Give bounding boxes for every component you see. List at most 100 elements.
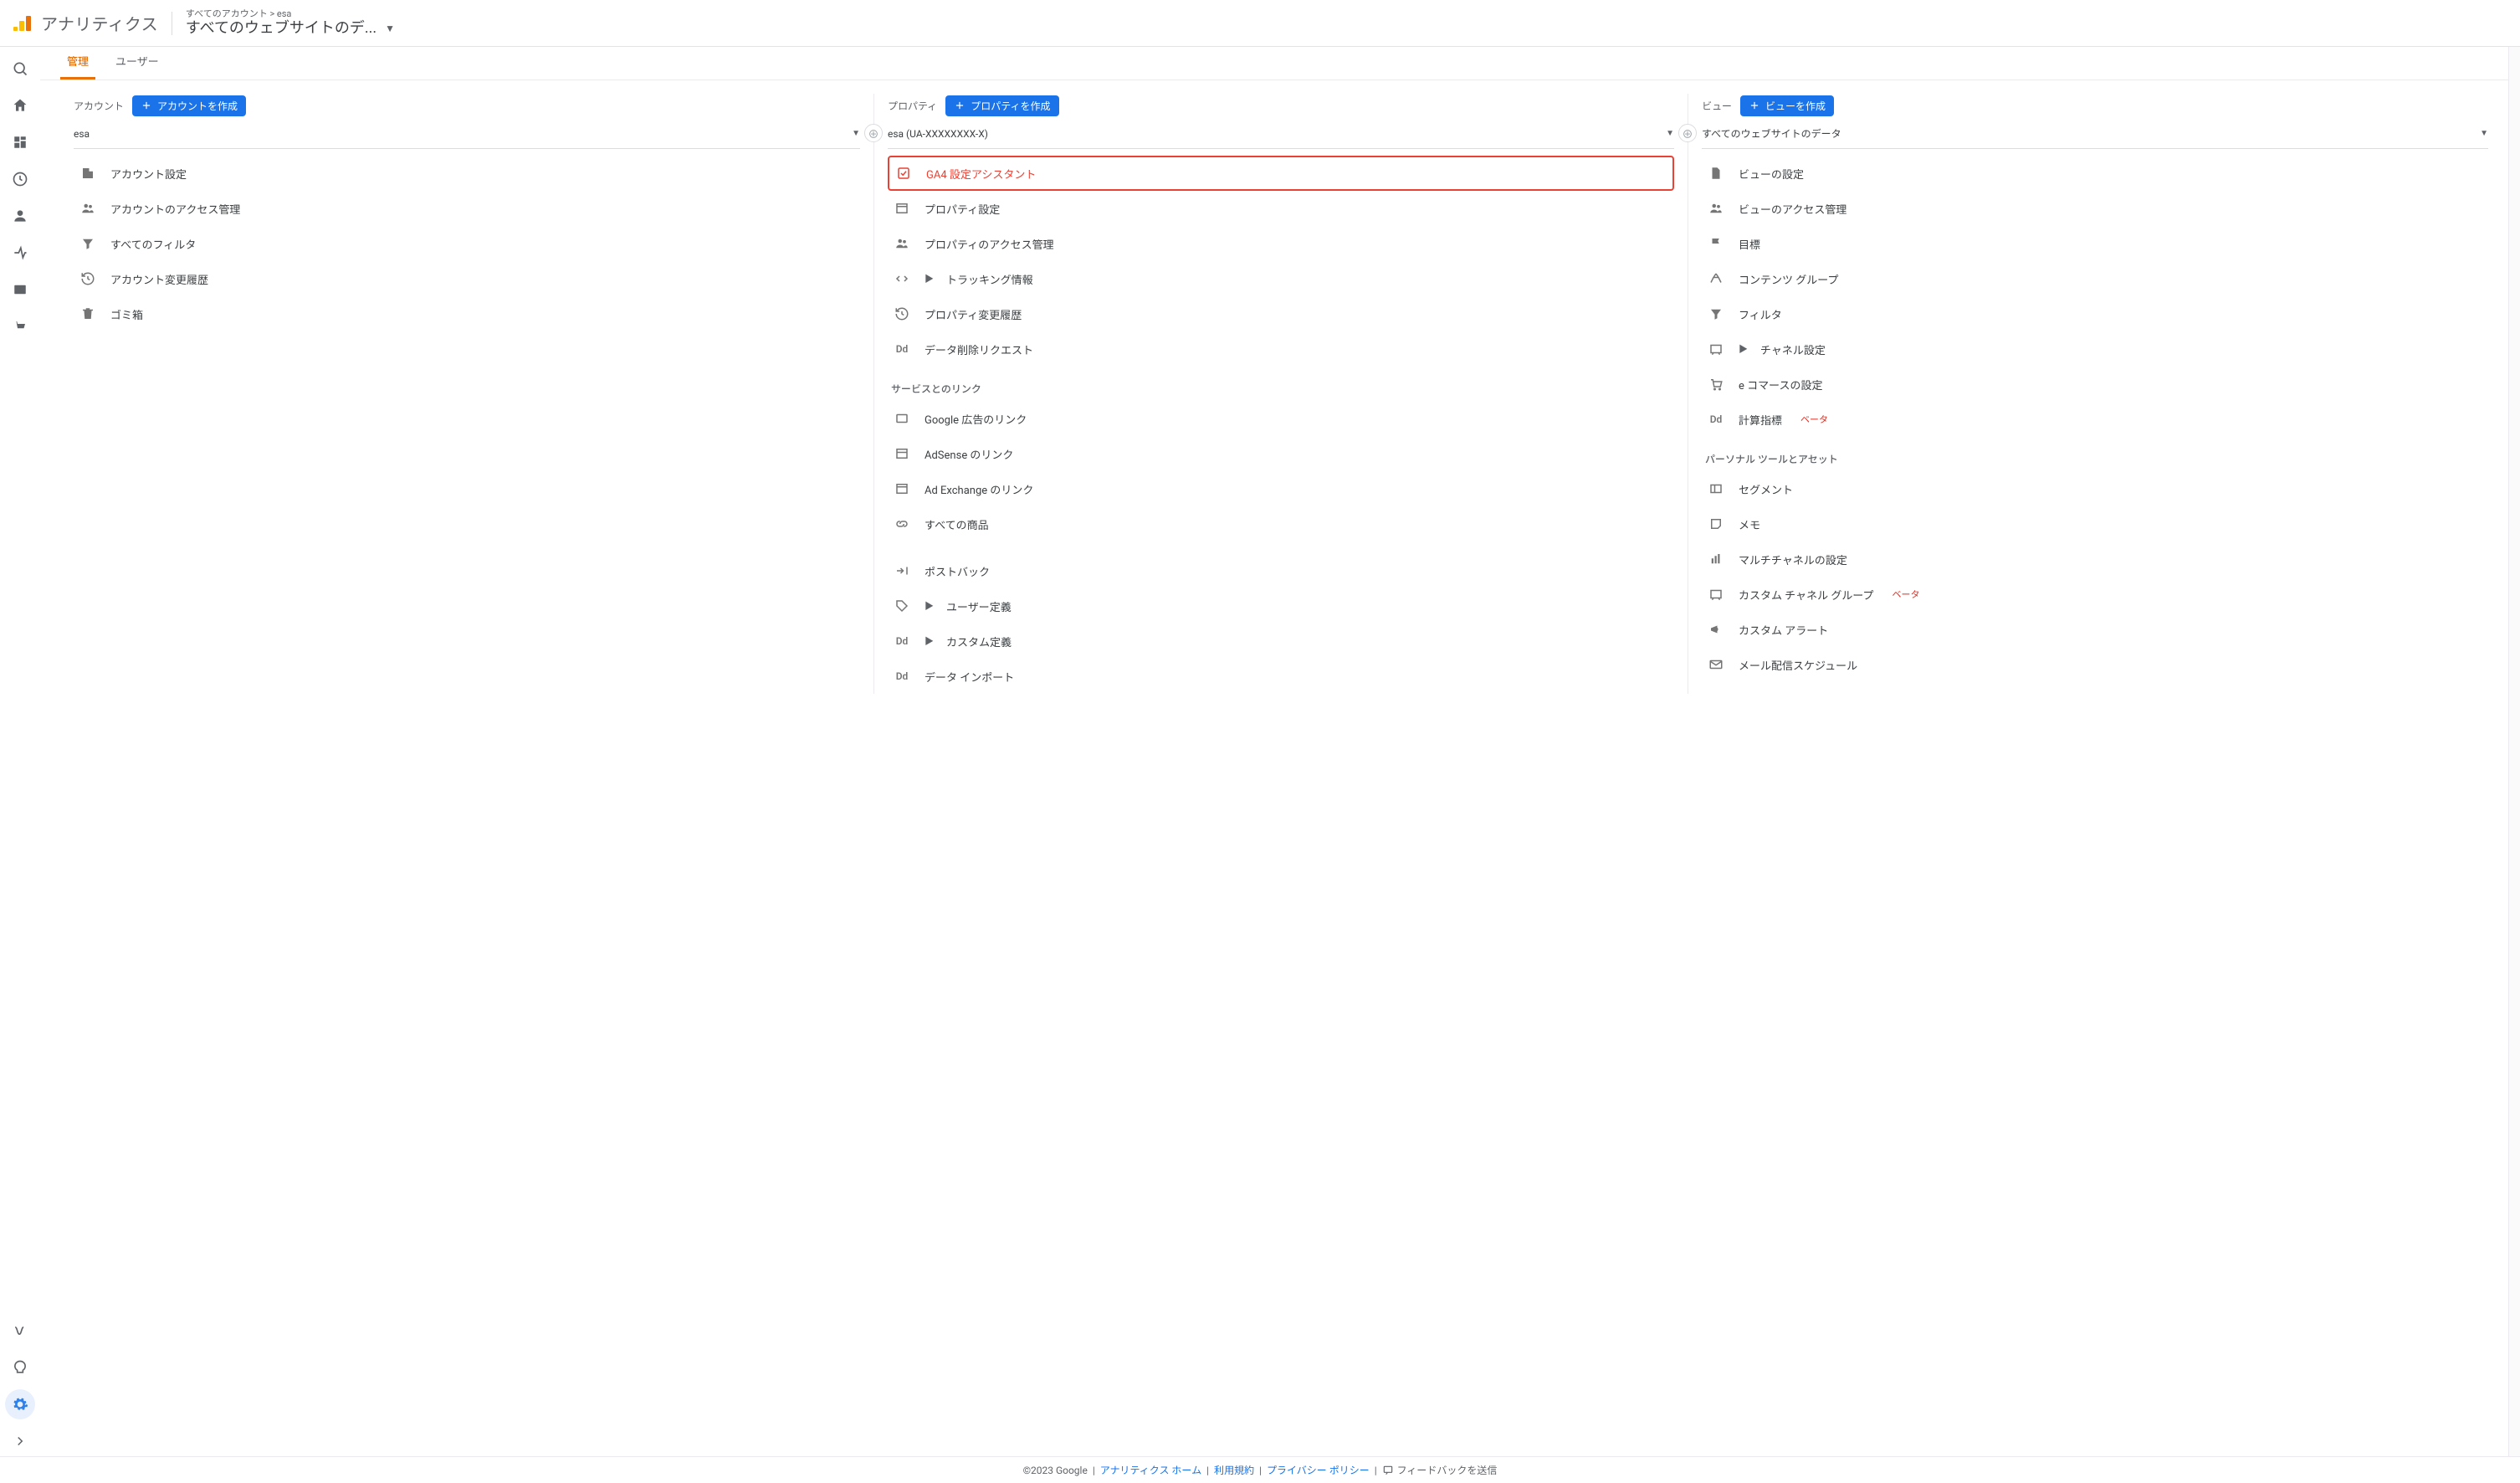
google-ads-link[interactable]: Google 広告のリンク [888, 401, 1674, 436]
chevron-down-icon[interactable]: ▼ [385, 23, 395, 34]
breadcrumb[interactable]: すべてのアカウント > esa すべてのウェブサイトのデ... ▼ [186, 8, 395, 38]
account-selected: esa [74, 128, 90, 140]
tag-icon [893, 598, 911, 613]
account-access[interactable]: アカウントのアクセス管理 [74, 191, 860, 226]
custom-definition[interactable]: Dd ▶ カスタム定義 [888, 623, 1674, 659]
view-settings[interactable]: ビューの設定 [1702, 156, 2488, 191]
bars-icon [1707, 552, 1725, 567]
chevron-right-icon: ▶ [1739, 342, 1747, 356]
view-filters[interactable]: フィルタ [1702, 296, 2488, 331]
goals[interactable]: 目標 [1702, 226, 2488, 261]
account-selector[interactable]: esa ▼ [74, 119, 860, 149]
trash-icon [79, 306, 97, 321]
move-view-button[interactable]: ⊕ [1678, 124, 1697, 142]
assistant-icon [894, 166, 913, 181]
people-icon [79, 201, 97, 216]
acquisition-icon[interactable] [5, 238, 35, 268]
conversions-icon[interactable] [5, 311, 35, 341]
breadcrumb-current: esa [277, 8, 292, 19]
tab-admin[interactable]: 管理 [60, 44, 95, 80]
calc-metrics[interactable]: Dd 計算指標 ベータ [1702, 402, 2488, 437]
adsense-link[interactable]: AdSense のリンク [888, 436, 1674, 471]
scrollbar[interactable] [2508, 47, 2520, 1456]
create-property-button[interactable]: プロパティを作成 [945, 95, 1058, 116]
user-definition[interactable]: ▶ ユーザー定義 [888, 588, 1674, 623]
breadcrumb-all: すべてのアカウント [186, 8, 268, 19]
tracking-info[interactable]: ▶ トラッキング情報 [888, 261, 1674, 296]
footer-terms-link[interactable]: 利用規約 [1214, 1463, 1254, 1477]
content-groups[interactable]: コンテンツ グループ [1702, 261, 2488, 296]
property-settings[interactable]: プロパティ設定 [888, 191, 1674, 226]
plus-icon [141, 100, 152, 111]
search-icon[interactable] [5, 54, 35, 84]
chevron-right-icon: ▶ [925, 599, 933, 613]
flag-icon [1707, 236, 1725, 251]
custom-alerts[interactable]: カスタム アラート [1702, 612, 2488, 647]
plus-icon [1749, 100, 1760, 111]
mail-icon [1707, 657, 1725, 672]
home-icon[interactable] [5, 90, 35, 121]
move-property-button[interactable]: ⊕ [864, 124, 883, 142]
column-property: ⊕ プロパティ プロパティを作成 esa (UA-XXXXXXXX-X) ▼ [873, 94, 1688, 694]
admin-gear-icon[interactable] [5, 1389, 35, 1419]
footer-privacy-link[interactable]: プライバシー ポリシー [1267, 1463, 1370, 1477]
group-icon [1707, 271, 1725, 286]
multichannel[interactable]: マルチチャネルの設定 [1702, 541, 2488, 577]
feedback-icon [1382, 1465, 1394, 1476]
link-icon [893, 516, 911, 531]
beta-badge: ベータ [1893, 588, 1920, 601]
footer-home-link[interactable]: アナリティクス ホーム [1100, 1463, 1201, 1477]
audience-icon[interactable] [5, 201, 35, 231]
notes[interactable]: メモ [1702, 506, 2488, 541]
chevron-right-icon: ▶ [925, 272, 933, 285]
data-import[interactable]: Dd データ インポート [888, 659, 1674, 694]
adx-link[interactable]: Ad Exchange のリンク [888, 471, 1674, 506]
custom-channel-group[interactable]: カスタム チャネル グループ ベータ [1702, 577, 2488, 612]
postback-icon [893, 563, 911, 578]
ecommerce-settings[interactable]: e コマースの設定 [1702, 367, 2488, 402]
discover-icon[interactable] [5, 1352, 35, 1383]
collapse-icon[interactable] [5, 1426, 35, 1456]
app-title: アナリティクス [41, 11, 158, 35]
admin-tabs: 管理 ユーザー [40, 47, 2508, 80]
chevron-down-icon: ▼ [1666, 129, 1674, 138]
scheduled-emails[interactable]: メール配信スケジュール [1702, 647, 2488, 682]
personal-section-title: パーソナル ツールとアセット [1702, 437, 2488, 471]
property-selector[interactable]: esa (UA-XXXXXXXX-X) ▼ [888, 119, 1674, 149]
all-products[interactable]: すべての商品 [888, 506, 1674, 541]
property-history[interactable]: プロパティ変更履歴 [888, 296, 1674, 331]
create-view-button[interactable]: ビューを作成 [1740, 95, 1834, 116]
view-access[interactable]: ビューのアクセス管理 [1702, 191, 2488, 226]
create-account-button[interactable]: アカウントを作成 [132, 95, 246, 116]
view-selector[interactable]: すべてのウェブサイトのデータ ▼ [1702, 119, 2488, 149]
postback[interactable]: ポストバック [888, 553, 1674, 588]
chevron-down-icon: ▼ [852, 129, 860, 138]
admin-panel: アカウント アカウントを作成 esa ▼ アカウント設定 [40, 80, 2508, 1456]
channel-settings[interactable]: ▶ チャネル設定 [1702, 331, 2488, 367]
megaphone-icon [1707, 622, 1725, 637]
behavior-icon[interactable] [5, 275, 35, 305]
attribution-icon[interactable] [5, 1316, 35, 1346]
filter-icon [1707, 306, 1725, 321]
tab-user[interactable]: ユーザー [109, 44, 166, 80]
note-icon [1707, 516, 1725, 531]
channel-icon [1707, 587, 1725, 602]
history-icon [79, 271, 97, 286]
filter-icon [79, 236, 97, 251]
chevron-right-icon: ▶ [925, 634, 933, 648]
realtime-icon[interactable] [5, 164, 35, 194]
account-settings[interactable]: アカウント設定 [74, 156, 860, 191]
account-filters[interactable]: すべてのフィルタ [74, 226, 860, 261]
segments[interactable]: セグメント [1702, 471, 2488, 506]
account-history[interactable]: アカウント変更履歴 [74, 261, 860, 296]
history-icon [893, 306, 911, 321]
view-title: すべてのウェブサイトのデ... [186, 19, 376, 38]
dashboard-icon[interactable] [5, 127, 35, 157]
property-access[interactable]: プロパティのアクセス管理 [888, 226, 1674, 261]
data-deletion-request[interactable]: Dd データ削除リクエスト [888, 331, 1674, 367]
account-label: アカウント [74, 99, 124, 113]
people-icon [893, 236, 911, 251]
ga4-setup-assistant[interactable]: GA4 設定アシスタント [888, 156, 1674, 191]
feedback-button[interactable]: フィードバックを送信 [1382, 1463, 1498, 1477]
account-trash[interactable]: ゴミ箱 [74, 296, 860, 331]
